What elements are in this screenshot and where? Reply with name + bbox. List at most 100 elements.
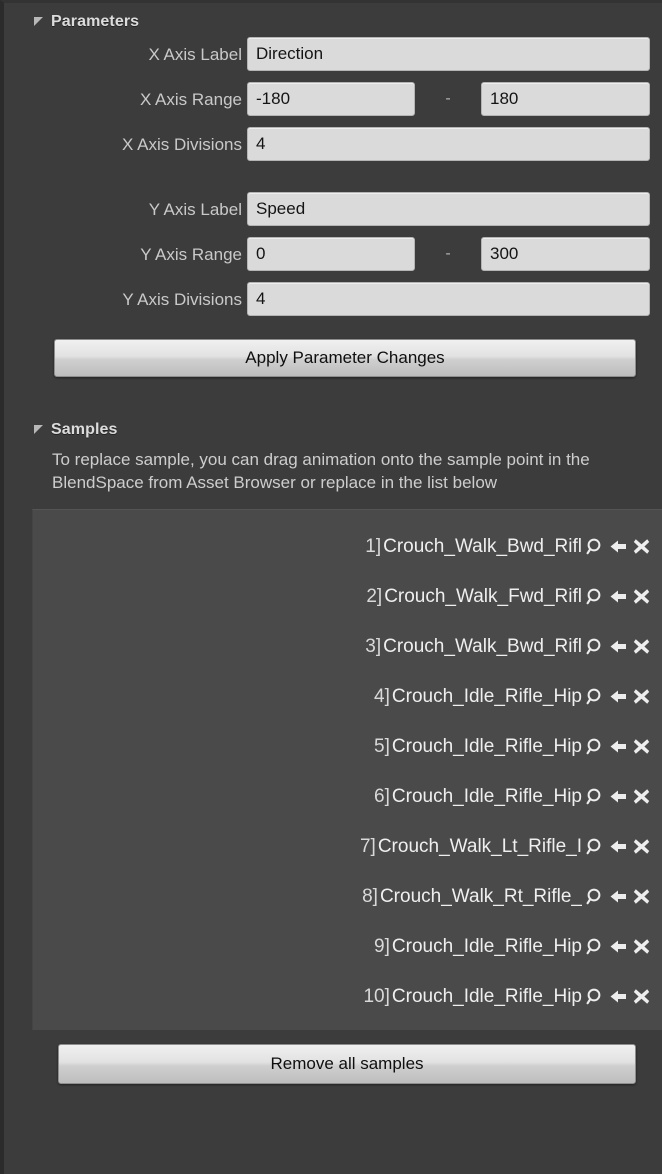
row-y-axis-range: Y Axis Range 0 - 300 — [4, 237, 662, 271]
sample-row-actions — [584, 934, 652, 960]
use-selected-icon[interactable] — [607, 734, 629, 760]
y-axis-label-input[interactable]: Speed — [247, 192, 650, 226]
sample-name: Crouch_Idle_Rifle_Hip — [391, 735, 582, 757]
label-y-axis-label: Y Axis Label — [148, 199, 242, 219]
apply-parameter-changes-button[interactable]: Apply Parameter Changes — [54, 339, 636, 377]
list-item[interactable]: 7] Crouch_Walk_Lt_Rifle_I — [33, 822, 662, 872]
row-y-axis-divisions: Y Axis Divisions 4 — [4, 282, 662, 316]
sample-name: Crouch_Walk_Rt_Rifle_ — [379, 885, 582, 907]
browse-icon[interactable] — [584, 784, 606, 810]
sample-index: 10] — [363, 985, 390, 1007]
clear-icon[interactable] — [630, 684, 652, 710]
use-selected-icon[interactable] — [607, 534, 629, 560]
browse-icon[interactable] — [584, 934, 606, 960]
apply-button-container: Apply Parameter Changes — [4, 327, 662, 377]
sample-row-actions — [584, 884, 652, 910]
row-x-axis-range: X Axis Range -180 - 180 — [4, 82, 662, 116]
triangle-down-icon[interactable] — [34, 16, 43, 26]
sample-index: 8] — [362, 885, 378, 907]
use-selected-icon[interactable] — [607, 984, 629, 1010]
triangle-down-icon[interactable] — [34, 424, 43, 434]
y-axis-range-min-input[interactable]: 0 — [247, 237, 415, 271]
use-selected-icon[interactable] — [607, 684, 629, 710]
remove-all-samples-button[interactable]: Remove all samples — [58, 1043, 636, 1084]
list-item[interactable]: 3] Crouch_Walk_Bwd_Rifl — [33, 622, 662, 672]
browse-icon[interactable] — [584, 884, 606, 910]
x-axis-divisions-input[interactable]: 4 — [247, 127, 650, 161]
list-item[interactable]: 1] Crouch_Walk_Bwd_Rifl — [33, 522, 662, 572]
list-item[interactable]: 8] Crouch_Walk_Rt_Rifle_ — [33, 872, 662, 922]
samples-help-text: To replace sample, you can drag animatio… — [52, 450, 590, 492]
label-y-axis-divisions: Y Axis Divisions — [122, 289, 242, 309]
parameter-group-spacer — [4, 172, 662, 192]
row-x-axis-label: X Axis Label Direction — [4, 37, 662, 71]
section-header-parameters[interactable]: Parameters — [4, 3, 662, 37]
sample-row-actions — [584, 984, 652, 1010]
browse-icon[interactable] — [584, 834, 606, 860]
row-y-axis-label: Y Axis Label Speed — [4, 192, 662, 226]
label-x-axis-label: X Axis Label — [148, 44, 242, 64]
x-axis-label-input[interactable]: Direction — [247, 37, 650, 71]
use-selected-icon[interactable] — [607, 934, 629, 960]
use-selected-icon[interactable] — [607, 584, 629, 610]
sample-name: Crouch_Idle_Rifle_Hip — [391, 685, 582, 707]
browse-icon[interactable] — [584, 534, 606, 560]
sample-name: Crouch_Walk_Bwd_Rifl — [383, 635, 582, 657]
section-header-samples[interactable]: Samples — [4, 377, 662, 439]
label-x-axis-range: X Axis Range — [139, 89, 242, 109]
clear-icon[interactable] — [630, 534, 652, 560]
clear-icon[interactable] — [630, 784, 652, 810]
sample-row-actions — [584, 584, 652, 610]
section-title-parameters: Parameters — [51, 13, 140, 30]
browse-icon[interactable] — [584, 584, 606, 610]
x-axis-range-min-input[interactable]: -180 — [247, 82, 415, 116]
sample-row-actions — [584, 634, 652, 660]
x-axis-range-max-input[interactable]: 180 — [481, 82, 650, 116]
x-axis-range-separator: - — [445, 90, 451, 107]
clear-icon[interactable] — [630, 834, 652, 860]
sample-name: Crouch_Idle_Rifle_Hip — [391, 935, 582, 957]
list-item[interactable]: 4] Crouch_Idle_Rifle_Hip — [33, 672, 662, 722]
sample-index: 1] — [365, 535, 382, 557]
use-selected-icon[interactable] — [607, 834, 629, 860]
sample-index: 4] — [374, 685, 390, 707]
clear-icon[interactable] — [630, 984, 652, 1010]
label-x-axis-divisions: X Axis Divisions — [122, 134, 242, 154]
clear-icon[interactable] — [630, 934, 652, 960]
browse-icon[interactable] — [584, 634, 606, 660]
sample-row-actions — [584, 534, 652, 560]
list-item[interactable]: 2] Crouch_Walk_Fwd_Rifl — [33, 572, 662, 622]
remove-all-samples-container: Remove all samples — [32, 1029, 662, 1084]
list-item[interactable]: 6] Crouch_Idle_Rifle_Hip — [33, 772, 662, 822]
browse-icon[interactable] — [584, 734, 606, 760]
clear-icon[interactable] — [630, 634, 652, 660]
browse-icon[interactable] — [584, 684, 606, 710]
use-selected-icon[interactable] — [607, 634, 629, 660]
y-axis-range-max-input[interactable]: 300 — [481, 237, 650, 271]
use-selected-icon[interactable] — [607, 784, 629, 810]
list-item[interactable]: 9] Crouch_Idle_Rifle_Hip — [33, 922, 662, 972]
clear-icon[interactable] — [630, 584, 652, 610]
list-item[interactable]: 5] Crouch_Idle_Rifle_Hip — [33, 722, 662, 772]
browse-icon[interactable] — [584, 984, 606, 1010]
clear-icon[interactable] — [630, 884, 652, 910]
samples-list: 1] Crouch_Walk_Bwd_Rifl 2] Crouch_Walk_F… — [32, 508, 662, 1030]
use-selected-icon[interactable] — [607, 884, 629, 910]
clear-icon[interactable] — [630, 734, 652, 760]
sample-name: Crouch_Idle_Rifle_Hip — [391, 985, 582, 1007]
sample-row-actions — [584, 784, 652, 810]
list-item[interactable]: 10] Crouch_Idle_Rifle_Hip — [33, 972, 662, 1022]
sample-index: 9] — [374, 935, 390, 957]
section-title-samples: Samples — [51, 421, 118, 438]
sample-row-actions — [584, 834, 652, 860]
sample-row-actions — [584, 734, 652, 760]
blendspace-details-panel: Parameters X Axis Label Direction X Axis… — [0, 0, 662, 1174]
sample-name: Crouch_Idle_Rifle_Hip — [391, 785, 582, 807]
row-x-axis-divisions: X Axis Divisions 4 — [4, 127, 662, 161]
sample-name: Crouch_Walk_Lt_Rifle_I — [377, 835, 582, 857]
sample-index: 6] — [374, 785, 390, 807]
sample-name: Crouch_Walk_Fwd_Rifl — [384, 585, 582, 607]
sample-row-actions — [584, 684, 652, 710]
label-y-axis-range: Y Axis Range — [140, 244, 242, 264]
y-axis-divisions-input[interactable]: 4 — [247, 282, 650, 316]
